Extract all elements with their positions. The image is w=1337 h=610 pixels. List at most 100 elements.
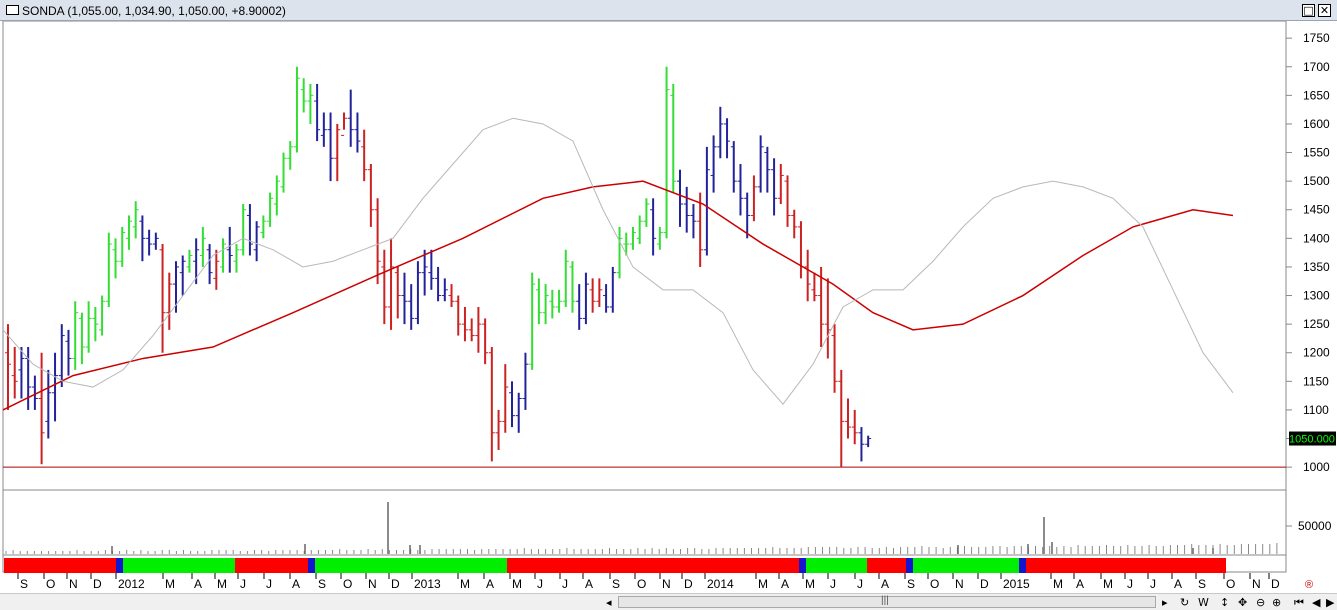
month-label: M [758, 577, 768, 591]
price-tick-label: 1300 [1303, 289, 1330, 303]
month-label: M [805, 577, 815, 591]
month-label: O [343, 577, 352, 591]
scroll-right-arrow[interactable]: ▸ [1162, 596, 1168, 609]
window-titlebar: SONDA (1,055.00, 1,034.90, 1,050.00, +8.… [0, 0, 1337, 21]
month-label: M [1053, 577, 1063, 591]
trend-band-segment [1026, 558, 1226, 573]
price-tick-label: 1400 [1303, 231, 1330, 245]
month-label: J [1150, 577, 1156, 591]
trend-band-segment [906, 558, 913, 573]
trend-band-segment [123, 558, 235, 573]
month-label: N [69, 577, 78, 591]
month-label: 2014 [707, 577, 734, 591]
month-label: J [240, 577, 246, 591]
price-tick-label: 1200 [1303, 346, 1330, 360]
scroll-thumb[interactable]: ||| [618, 595, 1156, 608]
price-tick-label: 1550 [1303, 146, 1330, 160]
volume-axis-label: 50000 [1298, 519, 1332, 533]
price-tick-label: 1100 [1303, 403, 1329, 417]
window-icon[interactable] [6, 5, 19, 15]
month-label: N [662, 577, 671, 591]
month-label: A [585, 577, 593, 591]
month-label: M [460, 577, 470, 591]
month-label: N [1252, 577, 1261, 591]
zoom-in-icon[interactable]: ⊕ [1272, 596, 1281, 609]
month-label: S [907, 577, 915, 591]
move-icon[interactable]: ✥ [1238, 596, 1247, 609]
price-tick-label: 1600 [1303, 117, 1330, 131]
month-label: M [165, 577, 175, 591]
price-tick-label: 1650 [1303, 88, 1330, 102]
trend-band-segment [799, 558, 806, 573]
refresh-icon[interactable]: ↻ [1180, 596, 1189, 609]
month-label: A [194, 577, 202, 591]
trend-band [4, 558, 1226, 573]
trend-band-segment [806, 558, 867, 573]
month-label: 2015 [1003, 577, 1030, 591]
price-tick-label: 1500 [1303, 174, 1330, 188]
trend-band-segment [507, 558, 799, 573]
current-price-value: 1050.000 [1289, 434, 1335, 446]
price-tick-label: 1000 [1303, 460, 1330, 474]
trend-band-segment [867, 558, 906, 573]
price-tick-label: 1750 [1303, 31, 1330, 45]
price-axis: 1750 1700 1650 1600 1550 1500 1450 1400 1350 1300… [1286, 31, 1330, 474]
restore-button[interactable]: □ [1302, 4, 1315, 17]
close-button[interactable]: ✕ [1318, 4, 1331, 17]
month-label: N [955, 577, 964, 591]
volume-panel [2, 489, 1287, 556]
month-label: D [1271, 577, 1280, 591]
weekly-period-button[interactable]: W [1198, 596, 1209, 609]
month-label: O [930, 577, 939, 591]
month-label: A [881, 577, 889, 591]
time-axis: S O N D 2012 M A M J J A S O N D 2013 M A M J J A S O N D 2014 M A M J… [17, 573, 1280, 591]
month-label: S [612, 577, 620, 591]
price-tick-label: 1250 [1303, 317, 1330, 331]
month-label: A [292, 577, 300, 591]
scroll-left-arrow[interactable]: ◂ [606, 596, 612, 609]
trend-band-segment [235, 558, 308, 573]
month-label: 2013 [414, 577, 441, 591]
alert-icon[interactable]: ® [1305, 579, 1313, 591]
month-label: N [368, 577, 377, 591]
month-label: D [391, 577, 400, 591]
month-label: J [830, 577, 836, 591]
trend-band-segment [315, 558, 507, 573]
month-label: S [1198, 577, 1206, 591]
month-label: D [980, 577, 989, 591]
horizontal-scrollbar[interactable]: ◂ ||| ▸ ↻ W ↕ ✥ ⊖ ⊕ ⏮ ◀ ▶ [0, 593, 1337, 610]
month-label: A [1174, 577, 1182, 591]
vertical-pan-icon[interactable]: ↕ [1220, 596, 1229, 609]
price-chart[interactable]: 1750 1700 1650 1600 1550 1500 1450 1400 1350 1300… [0, 21, 1337, 593]
month-label: J [562, 577, 568, 591]
trend-band-segment [116, 558, 123, 573]
month-label: 2012 [118, 577, 145, 591]
scroll-grip-icon: ||| [881, 595, 889, 606]
scroll-start-icon[interactable]: ⏮ [1294, 596, 1304, 610]
scroll-prev-icon[interactable]: ◀ [1312, 596, 1320, 609]
chart-frame [2, 21, 1287, 573]
month-label: S [318, 577, 326, 591]
current-price-label: 1050.000 [1289, 431, 1336, 446]
scroll-next-icon[interactable]: ▶ [1326, 596, 1334, 609]
month-label: D [93, 577, 102, 591]
month-label: J [537, 577, 543, 591]
month-label: S [20, 577, 28, 591]
month-label: A [1076, 577, 1084, 591]
month-label: M [512, 577, 522, 591]
month-label: O [637, 577, 646, 591]
window-title: SONDA (1,055.00, 1,034.90, 1,050.00, +8.… [22, 4, 286, 18]
zoom-out-icon[interactable]: ⊖ [1256, 596, 1265, 609]
month-label: J [266, 577, 272, 591]
month-label: A [781, 577, 789, 591]
price-tick-label: 1700 [1303, 60, 1330, 74]
trend-band-segment [913, 558, 1019, 573]
price-tick-label: 1450 [1303, 203, 1330, 217]
month-label: J [857, 577, 863, 591]
month-label: A [486, 577, 494, 591]
month-label: M [217, 577, 227, 591]
month-label: O [1226, 577, 1235, 591]
trend-band-segment [308, 558, 315, 573]
price-tick-label: 1150 [1303, 374, 1329, 388]
month-label: D [684, 577, 693, 591]
